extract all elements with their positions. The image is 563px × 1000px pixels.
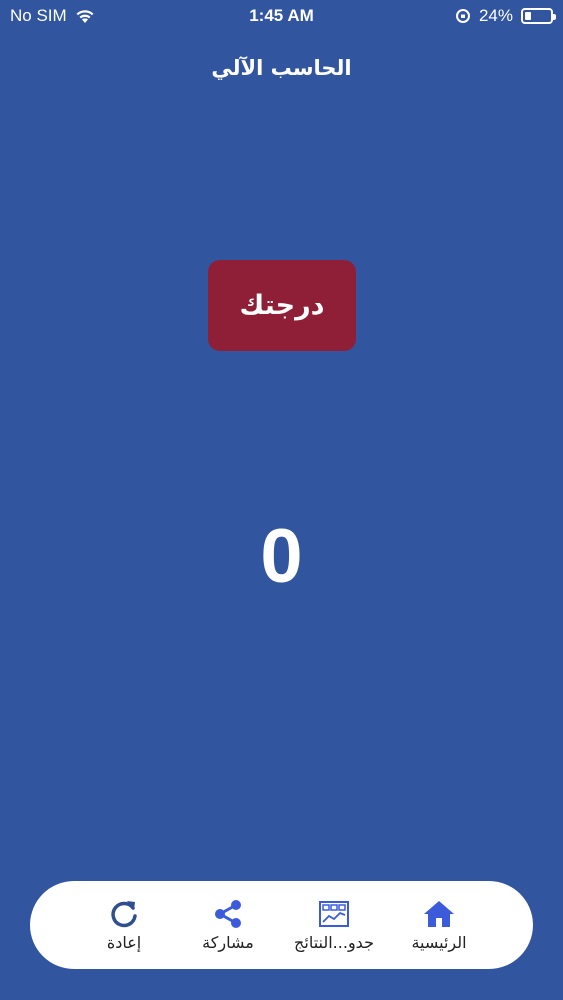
score-value: 0 (260, 514, 303, 599)
nav-label-refresh: إعادة (106, 933, 142, 952)
rotation-lock-icon (455, 9, 470, 23)
nav-item-share[interactable]: مشاركة (173, 891, 283, 961)
nav-label-results-table: جدو...النتائج (294, 933, 374, 952)
your-score-button[interactable]: درجتك (208, 260, 356, 351)
share-icon (215, 900, 241, 928)
bottom-nav-bar: الرئيسية جدو...النتائج مشاركة إعادة (30, 881, 533, 969)
nav-item-results-table[interactable]: جدو...النتائج (279, 891, 389, 961)
status-right: 24% (455, 6, 556, 26)
home-icon (424, 901, 454, 927)
refresh-icon (111, 901, 137, 928)
nav-item-home[interactable]: الرئيسية (384, 891, 494, 961)
nav-item-refresh[interactable]: إعادة (69, 891, 179, 961)
battery-percent: 24% (478, 6, 513, 25)
battery-icon (521, 8, 556, 24)
status-bar: No SIM 1:45 AM 24% (0, 0, 563, 32)
page-title: الحاسب الآلي (211, 56, 352, 80)
results-table-icon (319, 901, 349, 927)
nav-label-home: الرئيسية (411, 933, 467, 952)
nav-label-share: مشاركة (202, 933, 254, 952)
